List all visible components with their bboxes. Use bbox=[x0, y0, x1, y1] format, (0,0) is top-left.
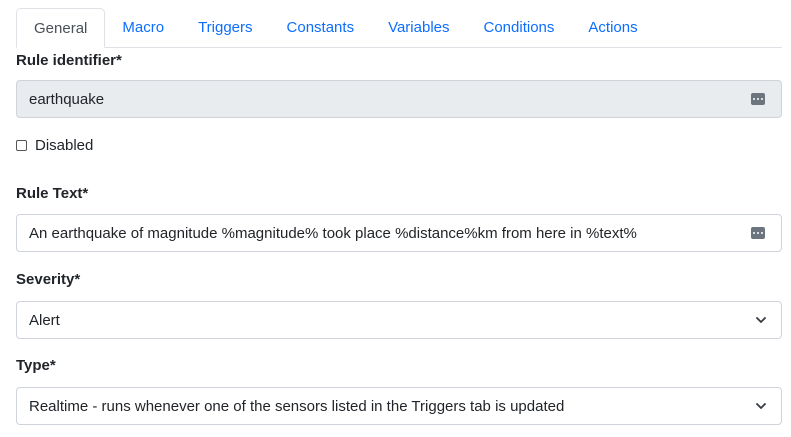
disabled-checkbox[interactable] bbox=[16, 140, 27, 151]
ellipsis-icon[interactable] bbox=[751, 227, 765, 239]
chevron-down-icon bbox=[756, 403, 766, 409]
rule-identifier-field[interactable]: earthquake bbox=[16, 80, 782, 118]
rule-text-label: Rule Text* bbox=[16, 185, 89, 202]
severity-label: Severity* bbox=[16, 271, 81, 288]
rule-identifier-value: earthquake bbox=[29, 90, 105, 108]
type-label: Type* bbox=[16, 357, 56, 374]
tab-variables[interactable]: Variables bbox=[371, 9, 466, 47]
tab-constants[interactable]: Constants bbox=[270, 9, 372, 47]
rule-text-value: An earthquake of magnitude %magnitude% t… bbox=[29, 224, 637, 242]
severity-select[interactable]: Alert bbox=[16, 301, 782, 339]
tab-bar: General Macro Triggers Constants Variabl… bbox=[16, 8, 782, 48]
chevron-down-icon bbox=[756, 317, 766, 323]
rule-editor: General Macro Triggers Constants Variabl… bbox=[0, 0, 791, 437]
type-selected-value: Realtime - runs whenever one of the sens… bbox=[29, 397, 565, 415]
disabled-checkbox-row[interactable]: Disabled bbox=[16, 137, 93, 154]
tab-general[interactable]: General bbox=[16, 8, 106, 48]
rule-identifier-label: Rule identifier* bbox=[16, 52, 122, 69]
rule-text-field[interactable]: An earthquake of magnitude %magnitude% t… bbox=[16, 214, 782, 252]
tab-actions[interactable]: Actions bbox=[571, 9, 654, 47]
tab-macro[interactable]: Macro bbox=[105, 9, 181, 47]
type-select[interactable]: Realtime - runs whenever one of the sens… bbox=[16, 387, 782, 425]
severity-selected-value: Alert bbox=[29, 311, 60, 329]
disabled-label: Disabled bbox=[35, 137, 94, 154]
ellipsis-icon[interactable] bbox=[751, 93, 765, 105]
tab-triggers[interactable]: Triggers bbox=[181, 9, 269, 47]
tab-conditions[interactable]: Conditions bbox=[467, 9, 572, 47]
